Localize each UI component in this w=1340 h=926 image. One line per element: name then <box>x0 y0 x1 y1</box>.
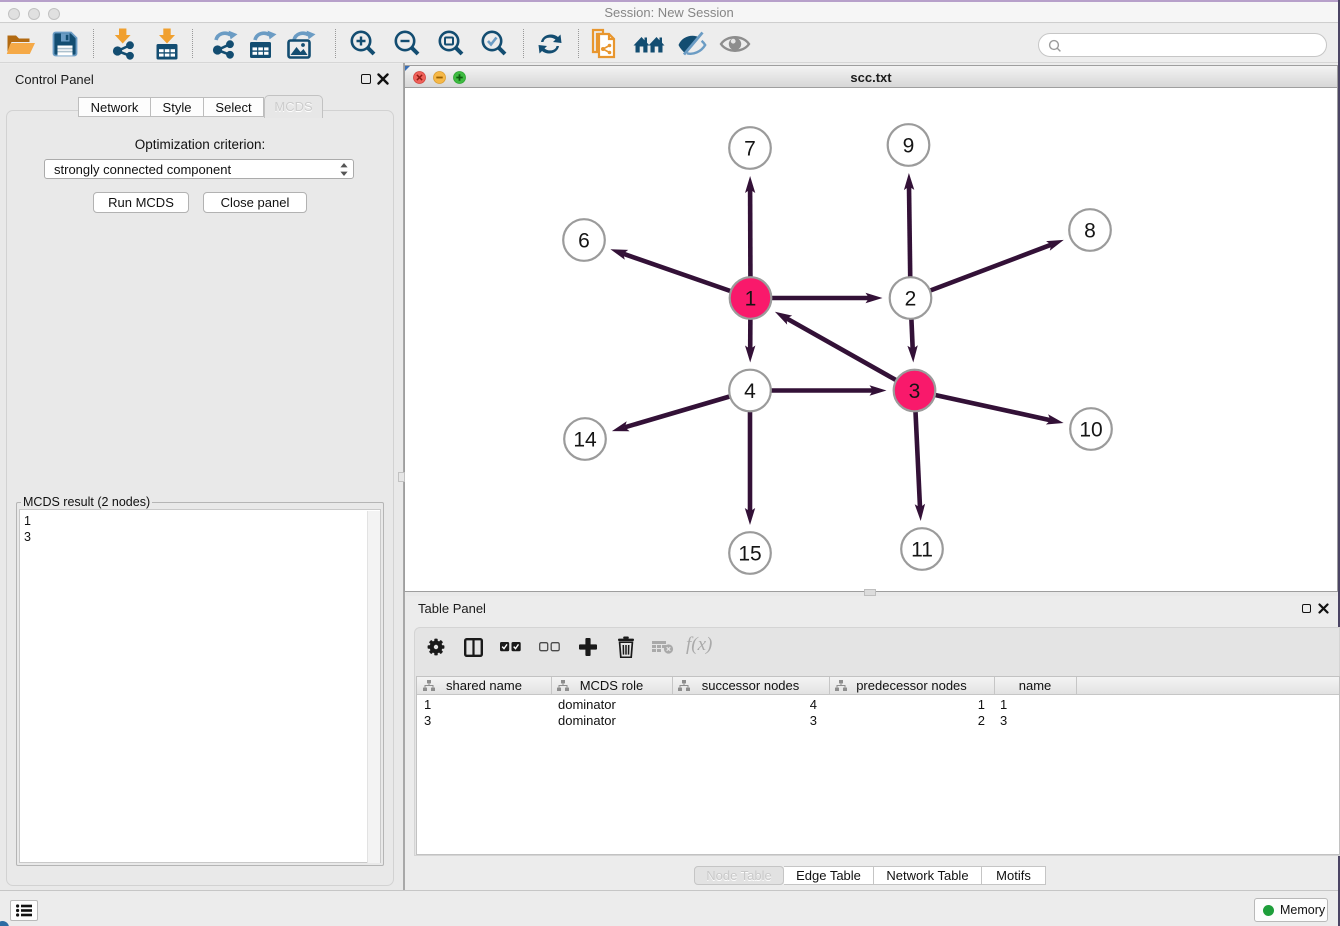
svg-text:9: 9 <box>903 135 915 158</box>
svg-text:4: 4 <box>744 380 756 403</box>
svg-text:11: 11 <box>911 539 933 562</box>
svg-text:2: 2 <box>905 288 917 311</box>
svg-text:3: 3 <box>909 380 921 403</box>
svg-text:6: 6 <box>578 230 590 253</box>
svg-text:7: 7 <box>744 138 756 161</box>
svg-text:8: 8 <box>1084 220 1096 243</box>
svg-text:14: 14 <box>573 429 597 452</box>
svg-text:10: 10 <box>1079 419 1102 442</box>
svg-text:1: 1 <box>745 288 757 311</box>
svg-text:15: 15 <box>738 543 761 566</box>
